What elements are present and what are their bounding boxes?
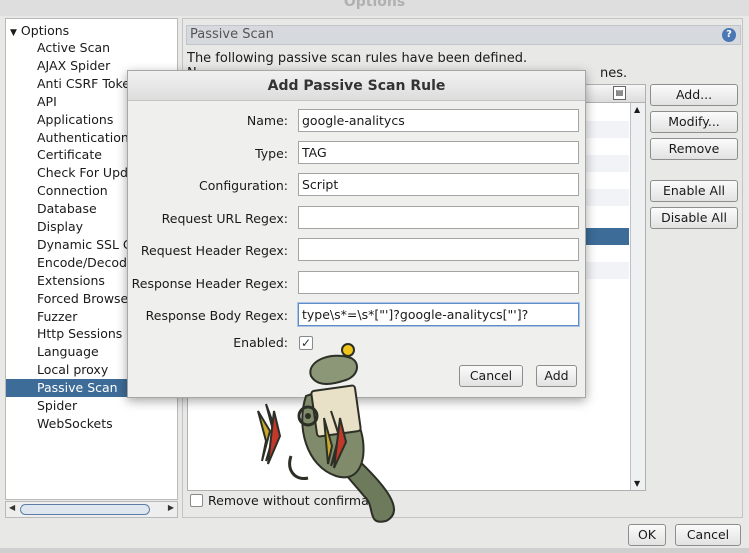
window-titlebar: Options — [0, 0, 749, 16]
scroll-left-icon[interactable]: ◀ — [9, 503, 15, 512]
panel-header: Passive Scan ? — [186, 25, 741, 45]
tree-item-spider[interactable]: Spider — [6, 397, 177, 415]
configuration-field[interactable]: Script — [298, 173, 579, 196]
tree-item-active-scan[interactable]: Active Scan — [6, 39, 177, 57]
response-body-regex-field[interactable]: type\s*=\s*["']?google-analitycs["']? — [298, 303, 579, 326]
footer-cancel-button[interactable]: Cancel — [675, 524, 741, 546]
zap-lizard-mascot-icon — [257, 343, 395, 523]
dialog-title: Add Passive Scan Rule — [128, 71, 585, 101]
type-field[interactable]: TAG — [298, 141, 579, 164]
tree-item-websockets[interactable]: WebSockets — [6, 415, 177, 433]
tree-horizontal-scrollbar[interactable]: ◀ ▶ — [5, 501, 178, 518]
type-label: Type: — [255, 146, 288, 161]
scroll-down-icon[interactable]: ▼ — [634, 479, 640, 488]
request-url-regex-field[interactable] — [298, 206, 579, 229]
configuration-label: Configuration: — [199, 178, 288, 193]
add-rule-button[interactable]: Add... — [650, 84, 738, 106]
remove-without-confirmation-checkbox[interactable] — [190, 494, 203, 507]
ok-button[interactable]: OK — [628, 524, 666, 546]
enable-all-button[interactable]: Enable All — [650, 180, 738, 202]
scroll-thumb[interactable] — [20, 504, 150, 515]
modify-rule-button[interactable]: Modify... — [650, 111, 738, 133]
description-partial-end: nes. — [600, 66, 628, 81]
column-chooser-icon[interactable]: ▤ — [613, 86, 626, 100]
remove-rule-button[interactable]: Remove — [650, 138, 738, 160]
request-header-regex-label: Request Header Regex: — [140, 243, 288, 258]
name-field[interactable]: google-analitycs — [298, 109, 579, 132]
response-header-regex-field[interactable] — [298, 271, 579, 294]
dialog-add-button[interactable]: Add — [536, 365, 577, 387]
tree-root[interactable]: ▼ Options — [10, 23, 69, 38]
dialog-cancel-button[interactable]: Cancel — [459, 365, 523, 387]
tree-root-label: Options — [20, 23, 70, 38]
disable-all-button[interactable]: Disable All — [650, 207, 738, 229]
request-header-regex-field[interactable] — [298, 238, 579, 261]
response-header-regex-label: Response Header Regex: — [131, 276, 288, 291]
request-url-regex-label: Request URL Regex: — [161, 211, 288, 226]
table-vertical-scrollbar[interactable]: ▲ ▼ — [630, 103, 645, 490]
status-strip — [0, 548, 749, 553]
scroll-right-icon[interactable]: ▶ — [168, 503, 174, 512]
name-label: Name: — [246, 113, 288, 128]
scroll-up-icon[interactable]: ▲ — [634, 105, 640, 114]
panel-title: Passive Scan — [190, 27, 274, 42]
help-icon[interactable]: ? — [722, 28, 736, 42]
window-title: Options — [343, 0, 406, 10]
triangle-down-icon[interactable]: ▼ — [10, 28, 17, 38]
response-body-regex-label: Response Body Regex: — [145, 308, 288, 323]
panel-description: The following passive scan rules have be… — [187, 51, 528, 66]
